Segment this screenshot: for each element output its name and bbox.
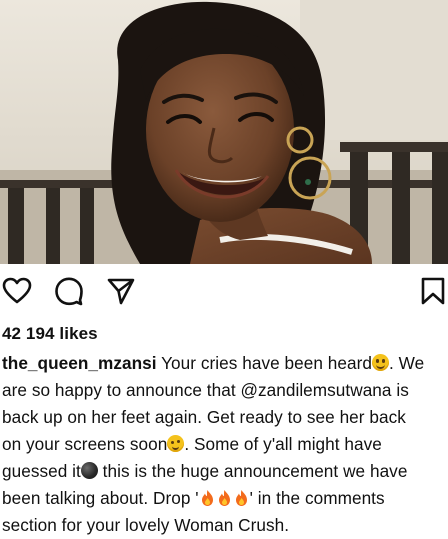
like-button[interactable] [0, 274, 34, 308]
wink-emoji-icon [167, 435, 185, 452]
caption-text: this is the huge announcement we have [97, 461, 408, 481]
caption-text: . Some of y'all might have [184, 434, 382, 454]
caption-text: . We [389, 353, 425, 373]
post-caption: the_queen_mzansi Your cries have been he… [2, 350, 446, 539]
share-icon [107, 278, 135, 305]
comment-button[interactable] [52, 274, 86, 308]
post-action-bar [0, 274, 448, 314]
likes-count[interactable]: 42 194 likes [2, 324, 98, 344]
caption-line: guessed it this is the huge announcement… [2, 458, 446, 485]
fire-emoji-icon [235, 490, 247, 506]
caption-text: ' in the comments [249, 488, 385, 508]
caption-line: on your screens soon . Some of y'all migh… [2, 431, 446, 458]
caption-line: section for your lovely Woman Crush. [2, 515, 290, 535]
share-button[interactable] [104, 274, 138, 308]
heart-icon [2, 277, 32, 304]
fire-emoji-icon [201, 490, 213, 506]
caption-text: on your screens soon [2, 434, 168, 454]
caption-line: the_queen_mzansi Your cries have been he… [2, 350, 446, 377]
bookmark-icon [421, 277, 445, 305]
caption-text: guessed it [2, 461, 81, 481]
caption-line: been talking about. Drop ' ' in the comme… [2, 485, 446, 512]
username-link[interactable]: the_queen_mzansi [2, 353, 157, 373]
caption-line: back up on her feet again. Get ready to … [2, 407, 406, 427]
bomb-emoji-icon [80, 462, 98, 479]
fire-emoji-icon [218, 490, 230, 506]
save-button[interactable] [416, 274, 448, 308]
smile-emoji-icon [372, 354, 389, 371]
caption-text: been talking about. Drop ' [2, 488, 199, 508]
comment-icon [55, 277, 83, 306]
caption-text: Your cries have been heard [161, 353, 372, 373]
post-photo[interactable] [0, 0, 448, 264]
caption-line: are so happy to announce that @zandilems… [2, 380, 409, 400]
portrait-image [0, 0, 448, 264]
